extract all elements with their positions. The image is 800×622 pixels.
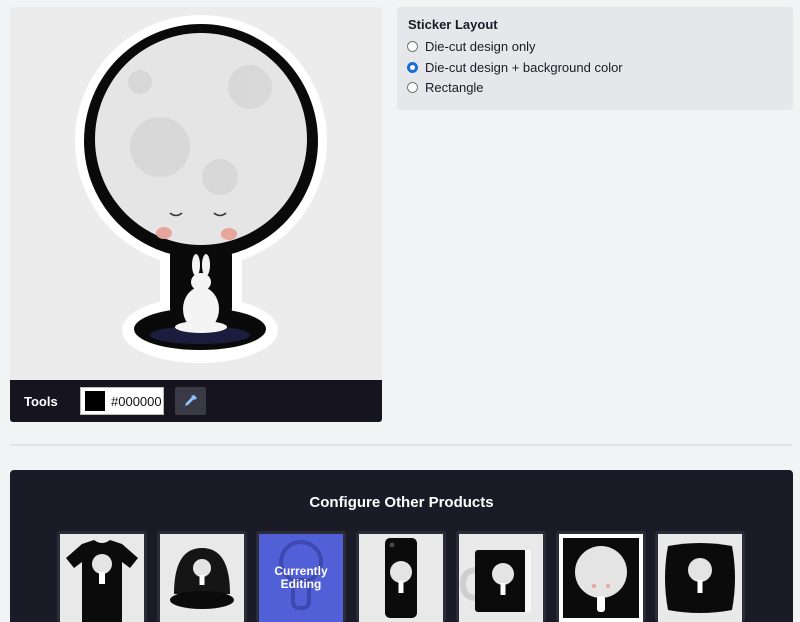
tools-bar: Tools #000000 [10,380,382,422]
product-cap[interactable] [157,531,247,622]
layout-option-label: Die-cut design only [425,39,536,54]
product-sticker-current[interactable]: Currently Editing [256,531,346,622]
layout-option-label: Die-cut design + background color [425,60,623,75]
sticker-artwork [75,15,327,363]
product-phone-case[interactable] [356,531,446,622]
product-mug[interactable] [456,531,546,622]
product-tshirt[interactable] [57,531,147,622]
radio-rectangle[interactable] [407,82,418,93]
configure-title: Configure Other Products [309,494,494,511]
color-hex-value[interactable]: #000000 [111,394,162,409]
mug-icon [459,534,543,622]
section-divider [10,444,792,446]
background-color-input[interactable]: #000000 [80,387,164,415]
eyedropper-button[interactable] [175,387,206,415]
tools-label: Tools [24,394,58,409]
radio-die-cut[interactable] [407,41,418,52]
product-poster[interactable] [556,531,646,622]
eyedropper-icon [184,395,197,406]
product-pillow[interactable] [655,531,745,622]
phone-case-icon [359,534,443,622]
poster-icon [559,534,643,622]
configure-products-panel: Configure Other Products Currently Editi… [10,470,793,622]
layout-option-die-cut[interactable]: Die-cut design only [407,39,536,54]
layout-option-label: Rectangle [425,80,484,95]
tshirt-icon [60,534,144,622]
layout-option-die-cut-background[interactable]: Die-cut design + background color [407,60,623,75]
sticker-layout-title: Sticker Layout [408,17,498,32]
sticker-preview [10,7,382,380]
color-swatch[interactable] [85,391,105,411]
currently-editing-label: Currently Editing [274,564,328,591]
sticker-layout-panel: Sticker Layout Die-cut design only Die-c… [397,7,793,110]
cap-icon [160,534,244,622]
layout-option-rectangle[interactable]: Rectangle [407,80,484,95]
radio-die-cut-background[interactable] [407,62,418,73]
pillow-icon [658,534,742,622]
